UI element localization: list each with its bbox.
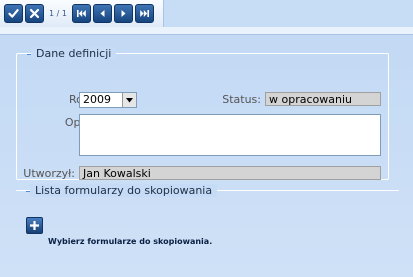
first-page-button[interactable] [72,4,91,23]
year-select-value: 2009 [83,93,111,106]
first-page-icon [77,10,86,17]
next-page-button[interactable] [114,4,133,23]
description-textarea[interactable] [79,114,381,156]
last-page-icon [140,10,149,17]
forms-legend: Lista formularzy do skopiowania [30,184,218,197]
forms-fieldset: Lista formularzy do skopiowania [16,184,399,197]
definition-fieldset: Dane definicji Rok: 2009 Status: w oprac… [16,47,389,180]
plus-icon [30,221,39,230]
last-page-button[interactable] [135,4,154,23]
toolbar: 1 / 1 [0,0,164,28]
prev-page-icon [100,10,105,17]
next-page-icon [121,10,126,17]
confirm-button[interactable] [4,4,23,23]
close-icon [29,8,40,19]
pager-text: 1 / 1 [49,9,67,18]
prev-page-button[interactable] [93,4,112,23]
add-form-button[interactable] [26,217,43,234]
chevron-down-icon[interactable] [122,93,136,107]
created-by-label: Utworzył: [23,167,75,180]
status-label: Status: [222,93,261,106]
created-by-field: Jan Kowalski [79,166,381,180]
status-field: w opracowaniu [265,92,381,106]
toolbar-separator [0,27,413,35]
forms-hint: Wybierz formularze do skopiowania. [48,237,213,246]
year-select[interactable]: 2009 [79,92,137,108]
cancel-button[interactable] [25,4,44,23]
main-panel: Dane definicji Rok: 2009 Status: w oprac… [0,35,413,277]
definition-legend: Dane definicji [31,47,117,60]
check-icon [8,9,19,18]
